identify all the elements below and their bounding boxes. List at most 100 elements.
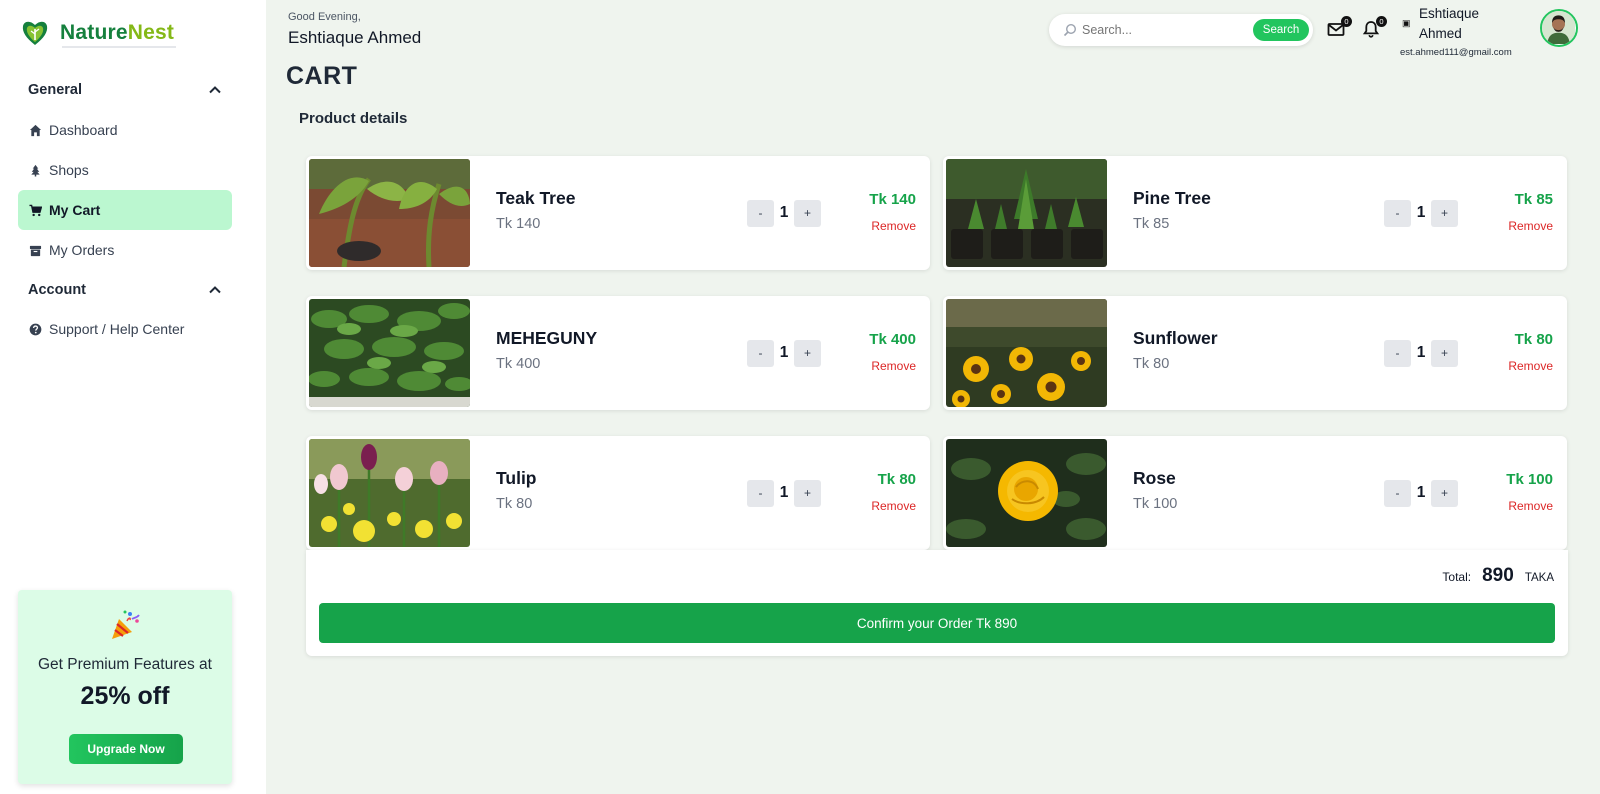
product-image — [946, 159, 1107, 267]
quantity-value: 1 — [779, 484, 789, 501]
remove-item-link[interactable]: Remove — [871, 359, 916, 373]
increase-quantity-button[interactable]: + — [1431, 339, 1458, 367]
product-name: Teak Tree — [496, 188, 576, 208]
total-amount: 890 — [1482, 565, 1514, 586]
sidebar-item-dashboard[interactable]: Dashboard — [18, 110, 232, 150]
sidebar-item-my-orders[interactable]: My Orders — [18, 230, 232, 270]
decrease-quantity-button[interactable]: - — [747, 479, 774, 507]
tulip-image — [309, 439, 470, 547]
sidebar: NatureNest General Dashboard Shops My Ca… — [0, 0, 266, 794]
product-name: Sunflower — [1133, 328, 1218, 348]
page-title: CART — [286, 62, 358, 90]
brand-logo[interactable]: NatureNest — [20, 18, 174, 48]
quantity-value: 1 — [1416, 204, 1426, 221]
product-name: Tulip — [496, 468, 537, 488]
product-unit-price: Tk 140 — [496, 216, 541, 232]
remove-item-link[interactable]: Remove — [1508, 499, 1553, 513]
promo-text: Get Premium Features at — [37, 656, 212, 673]
increase-quantity-button[interactable]: + — [794, 199, 821, 227]
line-total: Tk 100 — [1506, 471, 1553, 488]
decrease-quantity-button[interactable]: - — [1384, 199, 1411, 227]
increase-quantity-button[interactable]: + — [1431, 199, 1458, 227]
product-image — [309, 299, 470, 407]
confirm-order-button[interactable]: Confirm your Order Tk 890 — [319, 603, 1555, 643]
remove-item-link[interactable]: Remove — [871, 499, 916, 513]
increase-quantity-button[interactable]: + — [794, 479, 821, 507]
remove-item-link[interactable]: Remove — [1508, 359, 1553, 373]
order-summary: Total: 890 TAKA Confirm your Order Tk 89… — [306, 550, 1568, 656]
profile-name[interactable]: Eshtiaque Ahmed — [1419, 4, 1509, 44]
product-image — [309, 439, 470, 547]
product-name: Pine Tree — [1133, 188, 1211, 208]
section-title: Product details — [299, 110, 408, 127]
quantity-stepper: - 1 + — [1384, 479, 1458, 507]
line-total: Tk 80 — [1514, 331, 1553, 348]
product-unit-price: Tk 85 — [1133, 216, 1170, 232]
product-image — [309, 159, 470, 267]
search-bar: Search — [1049, 14, 1313, 46]
search-input[interactable] — [1082, 23, 1253, 37]
greeting: Good Evening, — [288, 11, 361, 23]
nav-section-account[interactable]: Account — [18, 272, 232, 308]
upgrade-now-button[interactable]: Upgrade Now — [69, 734, 183, 764]
quantity-value: 1 — [779, 204, 789, 221]
quantity-stepper: - 1 + — [747, 339, 821, 367]
quantity-stepper: - 1 + — [747, 199, 821, 227]
total-unit: TAKA — [1524, 572, 1554, 584]
sidebar-item-label: Support / Help Center — [49, 321, 185, 337]
cart-icon — [29, 204, 42, 216]
cart-item-card: Sunflower Tk 80 - 1 + Tk 80 Remove — [943, 296, 1567, 410]
sidebar-item-support[interactable]: Support / Help Center — [18, 309, 232, 349]
sunflower-image — [946, 299, 1107, 407]
product-image — [946, 299, 1107, 407]
help-icon — [29, 323, 42, 335]
quantity-stepper: - 1 + — [747, 479, 821, 507]
messages-button[interactable]: 0 — [1327, 16, 1352, 40]
quantity-stepper: - 1 + — [1384, 339, 1458, 367]
decrease-quantity-button[interactable]: - — [1384, 339, 1411, 367]
cart-item-card: MEHEGUNY Tk 400 - 1 + Tk 400 Remove — [306, 296, 930, 410]
nav-section-general[interactable]: General — [18, 72, 232, 108]
product-name: MEHEGUNY — [496, 328, 598, 348]
header-user-name: Eshtiaque Ahmed — [288, 28, 422, 47]
quantity-value: 1 — [1416, 484, 1426, 501]
increase-quantity-button[interactable]: + — [794, 339, 821, 367]
sidebar-item-shops[interactable]: Shops — [18, 150, 232, 190]
sidebar-item-my-cart[interactable]: My Cart — [18, 190, 232, 230]
remove-item-link[interactable]: Remove — [1508, 219, 1553, 233]
decrease-quantity-button[interactable]: - — [747, 339, 774, 367]
product-name: Rose — [1133, 468, 1176, 488]
product-image — [946, 439, 1107, 547]
sidebar-item-label: My Orders — [49, 242, 115, 258]
cart-item-card: Pine Tree Tk 85 - 1 + Tk 85 Remove — [943, 156, 1567, 270]
product-unit-price: Tk 400 — [496, 356, 541, 372]
total-label: Total: — [1442, 570, 1472, 584]
quantity-stepper: - 1 + — [1384, 199, 1458, 227]
leaf-heart-logo-icon — [22, 21, 48, 45]
avatar[interactable] — [1540, 9, 1578, 47]
notifications-button[interactable]: 0 — [1362, 16, 1387, 40]
decrease-quantity-button[interactable]: - — [747, 199, 774, 227]
line-total: Tk 400 — [869, 331, 916, 348]
remove-item-link[interactable]: Remove — [871, 219, 916, 233]
nav-section-label: Account — [28, 282, 86, 298]
user-avatar-image — [1542, 11, 1575, 44]
rose-image — [946, 439, 1107, 547]
teak-tree-image — [309, 159, 470, 267]
promo-discount: 25% off — [80, 682, 170, 710]
decrease-quantity-button[interactable]: - — [1384, 479, 1411, 507]
search-icon — [1063, 23, 1077, 37]
broken-image-icon: ▣ — [1402, 18, 1411, 28]
messages-badge: 0 — [1341, 16, 1352, 27]
product-unit-price: Tk 80 — [1133, 356, 1170, 372]
increase-quantity-button[interactable]: + — [1431, 479, 1458, 507]
sidebar-item-label: My Cart — [49, 202, 101, 218]
brand-name: NatureNest — [60, 21, 175, 44]
box-icon — [29, 245, 42, 256]
home-icon — [29, 124, 42, 136]
line-total: Tk 80 — [877, 471, 916, 488]
search-button[interactable]: Search — [1253, 19, 1309, 41]
tree-icon — [31, 164, 40, 177]
cart-item-card: Tulip Tk 80 - 1 + Tk 80 Remove — [306, 436, 930, 550]
pine-tree-image — [946, 159, 1107, 267]
